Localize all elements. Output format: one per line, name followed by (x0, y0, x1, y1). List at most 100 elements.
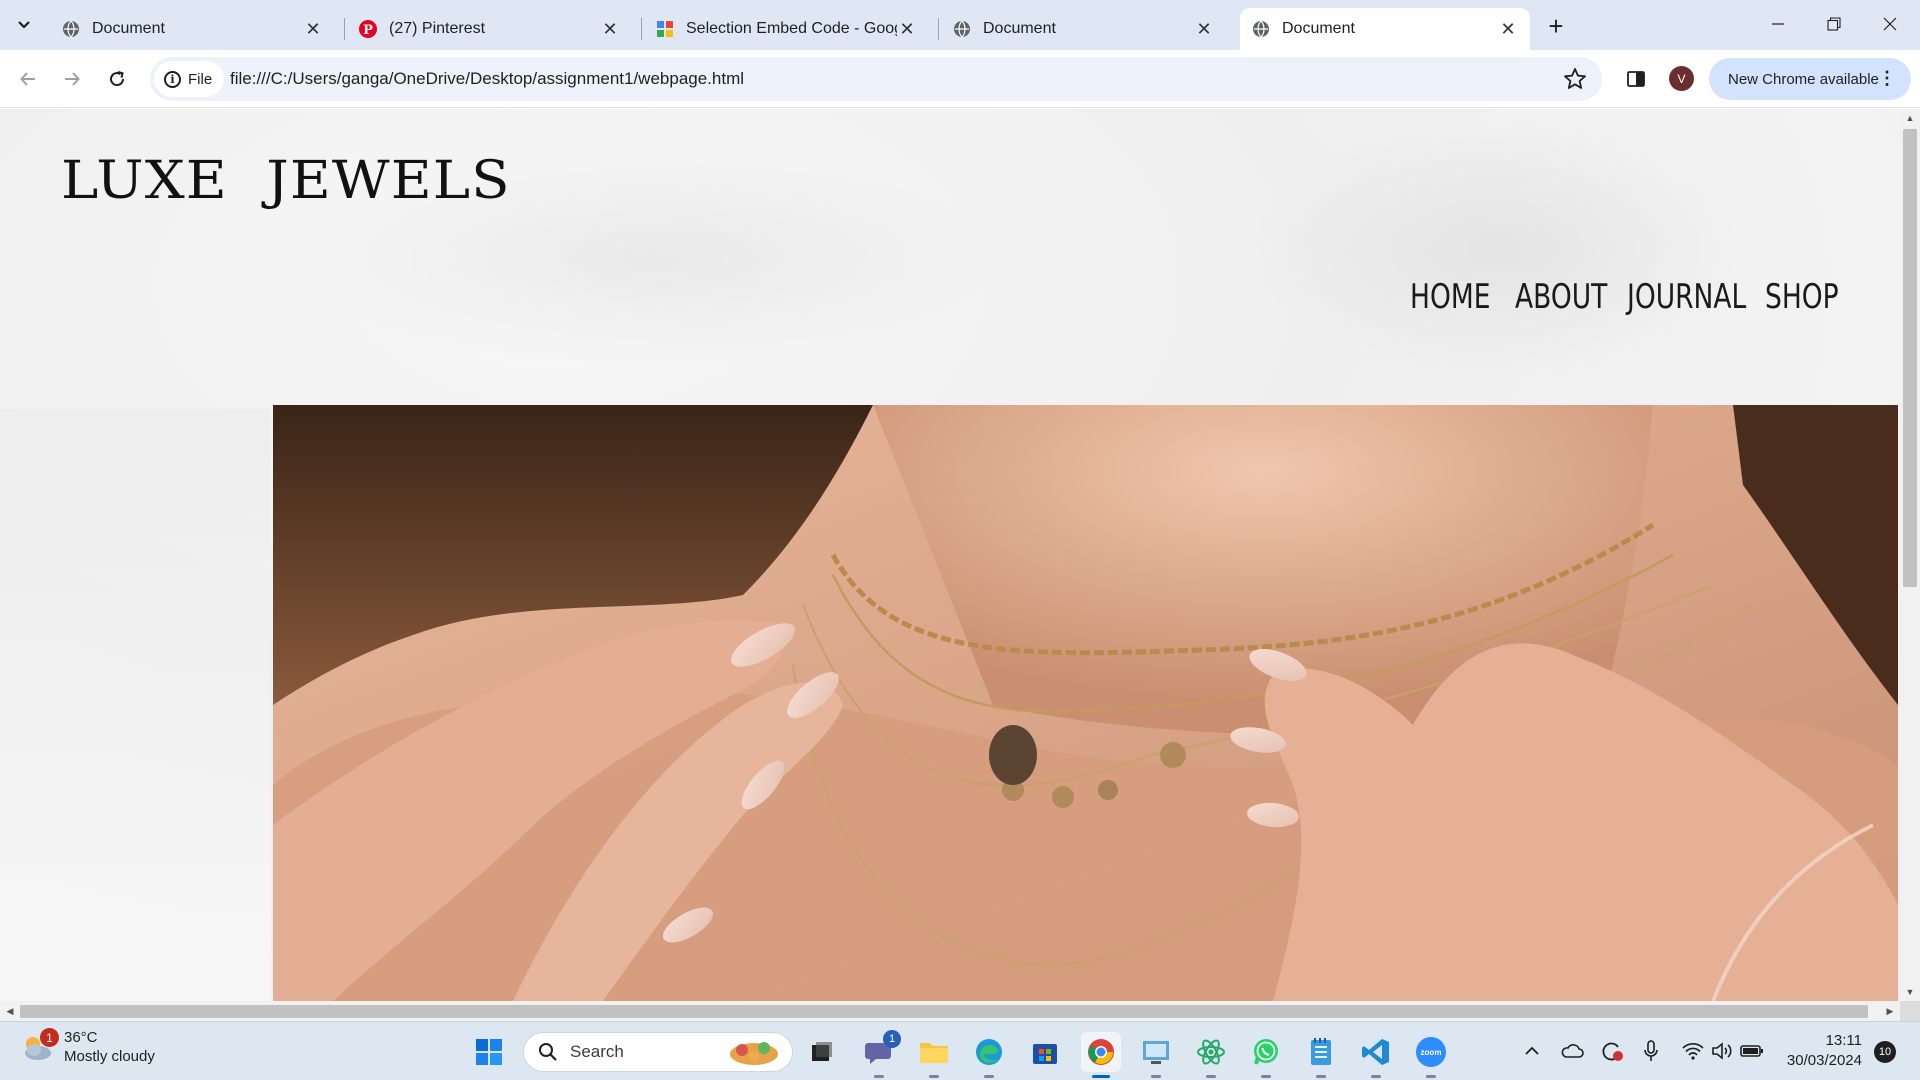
control-panel-icon (1143, 1041, 1169, 1064)
battery-icon[interactable] (1739, 1038, 1765, 1064)
tab-separator (344, 18, 345, 40)
brand-logo[interactable]: LUXE JEWELS (61, 151, 511, 211)
side-panel-button[interactable] (1622, 65, 1650, 93)
nav-about-link[interactable]: ABOUT (1515, 277, 1607, 317)
side-panel-icon (1627, 71, 1645, 87)
background-texture (1250, 119, 1750, 379)
taskbar-teams[interactable]: 1 (859, 1030, 901, 1078)
taskbar-vscode[interactable] (1356, 1032, 1396, 1078)
tray-overflow-chevron-icon[interactable] (1519, 1038, 1545, 1064)
taskbar-edge[interactable] (969, 1032, 1009, 1078)
globe-icon (1252, 20, 1270, 38)
tab-document-2[interactable]: Document ✕ (941, 8, 1226, 50)
update-label: New Chrome available (1728, 70, 1879, 88)
scroll-up-arrow-icon[interactable]: ▲ (1900, 109, 1920, 127)
chrome-icon (1088, 1039, 1114, 1065)
taskbar-whatsapp[interactable] (1246, 1032, 1286, 1078)
address-bar[interactable]: i File file:///C:/Users/ganga/OneDrive/D… (150, 57, 1602, 101)
background-texture (0, 409, 270, 1001)
scroll-down-arrow-icon[interactable]: ▼ (1900, 983, 1920, 1001)
clock-time: 13:11 (1825, 1032, 1862, 1049)
nav-shop-link[interactable]: SHOP (1765, 277, 1839, 317)
site-info-chip[interactable]: i File (154, 61, 225, 97)
horizontal-scroll-thumb[interactable] (20, 1005, 1868, 1018)
weather-widget[interactable]: 1 36°C Mostly cloudy (20, 1028, 155, 1066)
forward-button[interactable] (54, 61, 90, 97)
teams-badge: 1 (883, 1030, 901, 1048)
close-icon[interactable]: ✕ (1194, 19, 1214, 39)
google-sites-icon (656, 20, 674, 38)
tab-separator (938, 18, 939, 40)
url-text[interactable]: file:///C:/Users/ganga/OneDrive/Desktop/… (230, 57, 744, 101)
taskbar-zoom[interactable]: zoom (1411, 1032, 1451, 1078)
tab-selection-embed-code[interactable]: Selection Embed Code - Google ✕ (644, 8, 929, 50)
taskbar-task-view[interactable] (802, 1032, 842, 1072)
windows-taskbar: 1 36°C Mostly cloudy Search 1 zoom 13:11… (0, 1021, 1920, 1080)
microphone-icon[interactable] (1638, 1038, 1664, 1064)
search-placeholder: Search (570, 1042, 624, 1061)
taskbar-search[interactable]: Search (523, 1032, 793, 1072)
chevron-down-icon (18, 21, 30, 29)
globe-icon (953, 20, 971, 38)
hero-image (273, 405, 1898, 1001)
minimize-icon (1772, 23, 1784, 25)
nav-home-link[interactable]: HOME (1410, 277, 1490, 317)
reload-button[interactable] (99, 61, 135, 97)
svg-text:P: P (363, 23, 373, 38)
back-button[interactable] (10, 61, 46, 97)
running-indicator (1316, 1075, 1326, 1078)
folder-icon (920, 1043, 948, 1063)
notification-badge[interactable]: 10 (1874, 1041, 1896, 1063)
running-indicator (1261, 1075, 1271, 1078)
horizontal-scrollbar[interactable]: ◀ ▶ (0, 1001, 1900, 1021)
close-icon[interactable]: ✕ (897, 19, 917, 39)
nav-journal-link[interactable]: JOURNAL (1627, 277, 1746, 317)
svg-text:zoom: zoom (1421, 1048, 1442, 1057)
tab-pinterest[interactable]: P (27) Pinterest ✕ (347, 8, 632, 50)
start-button[interactable] (469, 1032, 509, 1072)
task-view-icon (812, 1042, 832, 1061)
new-tab-button[interactable]: + (1540, 10, 1572, 42)
tab-search-button[interactable] (6, 8, 42, 42)
restore-button[interactable] (1806, 0, 1862, 48)
main-nav: HOME ABOUT JOURNAL SHOP (1410, 277, 1839, 317)
taskbar-notepad[interactable] (1301, 1032, 1341, 1078)
tab-document-1[interactable]: Document ✕ (50, 8, 335, 50)
taskbar-file-explorer[interactable] (914, 1032, 954, 1078)
tab-title: (27) Pinterest (389, 20, 486, 37)
tab-title: Selection Embed Code - Google (686, 20, 897, 37)
tab-separator (641, 18, 642, 40)
running-indicator (1092, 1075, 1110, 1078)
system-clock[interactable]: 13:11 30/03/2024 (1768, 1031, 1862, 1071)
running-indicator (929, 1075, 939, 1078)
wifi-icon[interactable] (1680, 1038, 1706, 1064)
reload-icon (110, 71, 125, 87)
more-vert-icon[interactable]: ⋮ (1878, 69, 1896, 87)
taskbar-atom-app[interactable] (1191, 1032, 1231, 1078)
close-icon[interactable]: ✕ (1498, 19, 1518, 39)
info-icon: i (164, 70, 181, 88)
taskbar-store[interactable] (1025, 1032, 1065, 1072)
vertical-scroll-thumb[interactable] (1903, 129, 1917, 587)
update-chrome-button[interactable]: New Chrome available ⋮ (1709, 58, 1911, 100)
taskbar-control-panel[interactable] (1136, 1032, 1176, 1078)
close-icon[interactable]: ✕ (303, 19, 323, 39)
scroll-right-arrow-icon[interactable]: ▶ (1880, 1001, 1900, 1021)
vertical-scrollbar[interactable]: ▲ ▼ (1900, 109, 1920, 1001)
sync-alert-icon[interactable] (1599, 1038, 1625, 1064)
scroll-left-arrow-icon[interactable]: ◀ (0, 1001, 20, 1021)
tab-strip: Document ✕ P (27) Pinterest ✕ Selection … (0, 0, 1920, 50)
window-close-button[interactable] (1862, 0, 1918, 48)
bookmark-star-icon[interactable] (1562, 66, 1588, 92)
volume-icon[interactable] (1709, 1038, 1735, 1064)
weather-description: Mostly cloudy (64, 1048, 155, 1065)
close-icon (1883, 17, 1897, 31)
profile-avatar[interactable]: V (1669, 66, 1694, 91)
onedrive-cloud-icon[interactable] (1559, 1038, 1585, 1064)
tab-document-active[interactable]: Document ✕ (1240, 8, 1530, 50)
close-icon[interactable]: ✕ (600, 19, 620, 39)
minimize-button[interactable] (1750, 0, 1806, 48)
weather-badge: 1 (40, 1028, 59, 1047)
taskbar-chrome[interactable] (1081, 1032, 1121, 1078)
arrow-left-icon (20, 72, 35, 86)
